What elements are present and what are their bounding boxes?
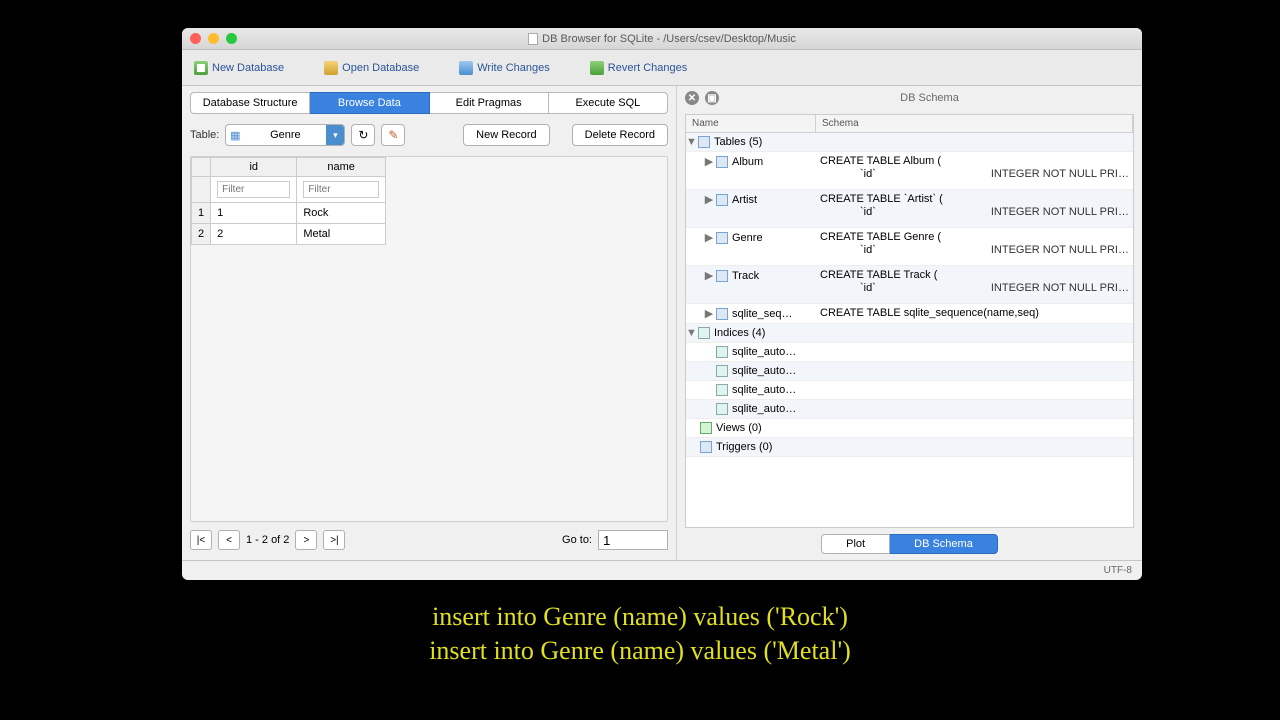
page-next-button[interactable]: > [295, 530, 317, 550]
open-database-icon [324, 61, 338, 75]
tables-icon [698, 136, 710, 148]
filter-name-input[interactable] [303, 181, 379, 198]
left-pane: Database Structure Browse Data Edit Prag… [182, 86, 676, 560]
index-node[interactable]: sqlite_auto… [732, 384, 796, 396]
table-node[interactable]: Album [732, 156, 763, 168]
table-row[interactable]: 2 2 Metal [192, 224, 386, 245]
triggers-node[interactable]: Triggers (0) [716, 441, 772, 453]
index-icon [716, 365, 728, 377]
disclosure-triangle-icon[interactable]: ▶ [704, 193, 714, 206]
index-icon [716, 403, 728, 415]
index-icon [716, 384, 728, 396]
table-icon [716, 156, 728, 168]
status-bar: UTF-8 [182, 560, 1142, 580]
table-icon: ▦ [226, 129, 244, 142]
table-node[interactable]: Track [732, 270, 759, 282]
indices-icon [698, 327, 710, 339]
write-changes-icon [459, 61, 473, 75]
data-grid: id name 1 1 Rock [190, 156, 668, 522]
column-id[interactable]: id [211, 158, 297, 177]
encoding-label: UTF-8 [1104, 565, 1132, 576]
tab-edit-pragmas[interactable]: Edit Pragmas [430, 92, 549, 114]
table-label: Table: [190, 129, 219, 141]
index-node[interactable]: sqlite_auto… [732, 403, 796, 415]
page-first-button[interactable]: |< [190, 530, 212, 550]
table-row[interactable]: 1 1 Rock [192, 203, 386, 224]
new-database-icon [194, 61, 208, 75]
table-select[interactable]: ▦ Genre ▾ [225, 124, 345, 146]
tables-node[interactable]: Tables (5) [714, 136, 762, 148]
disclosure-triangle-icon[interactable]: ▶ [704, 155, 714, 168]
goto-input[interactable] [598, 530, 668, 550]
table-icon [716, 194, 728, 206]
toolbar: New Database Open Database Write Changes… [182, 50, 1142, 86]
table-icon [716, 308, 728, 320]
views-node[interactable]: Views (0) [716, 422, 762, 434]
document-icon [528, 33, 538, 45]
new-record-button[interactable]: New Record [463, 124, 550, 146]
schema-col-schema[interactable]: Schema [816, 115, 1133, 132]
new-database-button[interactable]: New Database [194, 61, 284, 75]
schema-col-name[interactable]: Name [686, 115, 816, 132]
tab-browse-data[interactable]: Browse Data [310, 92, 429, 114]
refresh-button[interactable]: ↻ [351, 124, 375, 146]
write-changes-button[interactable]: Write Changes [459, 61, 550, 75]
table-icon [716, 232, 728, 244]
chevron-down-icon: ▾ [326, 125, 344, 145]
slide-caption: insert into Genre (name) values ('Rock')… [0, 600, 1280, 668]
window-title: DB Browser for SQLite - /Users/csev/Desk… [182, 33, 1142, 45]
tab-db-schema[interactable]: DB Schema [890, 534, 998, 554]
titlebar: DB Browser for SQLite - /Users/csev/Desk… [182, 28, 1142, 50]
filter-id-input[interactable] [217, 181, 290, 198]
index-node[interactable]: sqlite_auto… [732, 346, 796, 358]
close-panel-icon[interactable]: ✕ [685, 91, 699, 105]
delete-record-button[interactable]: Delete Record [572, 124, 668, 146]
open-database-button[interactable]: Open Database [324, 61, 419, 75]
detach-panel-icon[interactable]: ▣ [705, 91, 719, 105]
page-range: 1 - 2 of 2 [246, 534, 289, 546]
app-window: DB Browser for SQLite - /Users/csev/Desk… [182, 28, 1142, 580]
disclosure-triangle-icon[interactable]: ▼ [686, 136, 696, 148]
table-node[interactable]: sqlite_seq… [732, 308, 793, 320]
views-icon [700, 422, 712, 434]
page-prev-button[interactable]: < [218, 530, 240, 550]
right-pane: ✕ ▣ DB Schema Name Schema ▼ Tables (5) ▶ A… [676, 86, 1142, 560]
disclosure-triangle-icon[interactable]: ▶ [704, 269, 714, 282]
panel-title: DB Schema [725, 92, 1134, 104]
table-node[interactable]: Genre [732, 232, 763, 244]
goto-label: Go to: [562, 534, 592, 546]
triggers-icon [700, 441, 712, 453]
tab-execute-sql[interactable]: Execute SQL [549, 92, 668, 114]
tab-database-structure[interactable]: Database Structure [190, 92, 310, 114]
disclosure-triangle-icon[interactable]: ▶ [704, 307, 714, 320]
table-icon [716, 270, 728, 282]
indices-node[interactable]: Indices (4) [714, 327, 765, 339]
clear-filter-button[interactable]: ✎ [381, 124, 405, 146]
disclosure-triangle-icon[interactable]: ▶ [704, 231, 714, 244]
table-node[interactable]: Artist [732, 194, 757, 206]
index-icon [716, 346, 728, 358]
table-select-value: Genre [244, 129, 326, 141]
tab-plot[interactable]: Plot [821, 534, 890, 554]
disclosure-triangle-icon[interactable]: ▼ [686, 327, 696, 339]
index-node[interactable]: sqlite_auto… [732, 365, 796, 377]
column-name[interactable]: name [297, 158, 386, 177]
revert-changes-button[interactable]: Revert Changes [590, 61, 688, 75]
page-last-button[interactable]: >| [323, 530, 345, 550]
revert-changes-icon [590, 61, 604, 75]
